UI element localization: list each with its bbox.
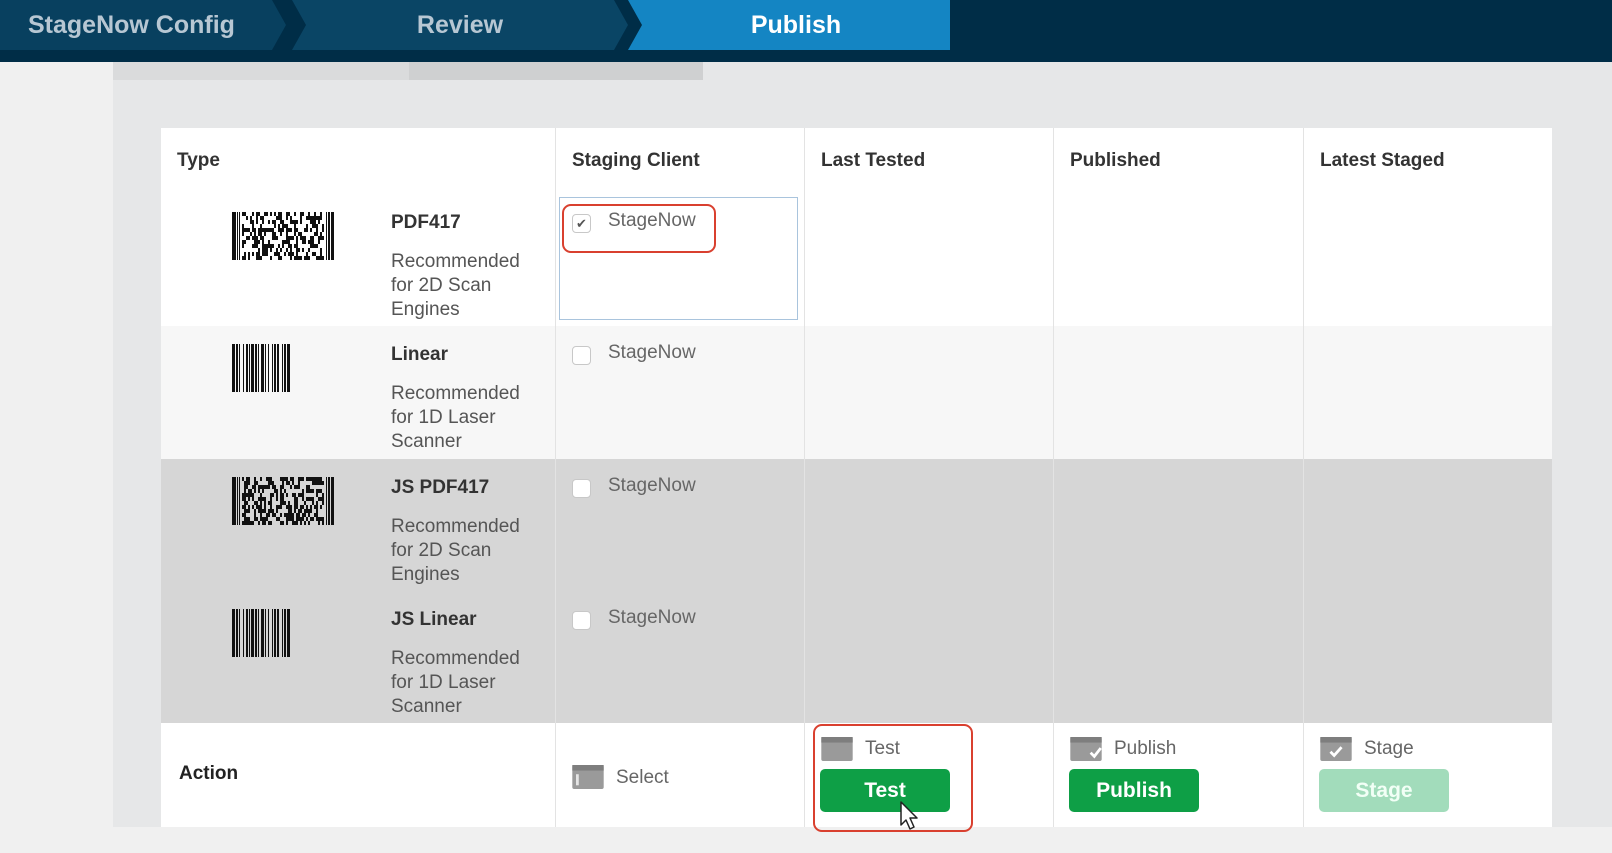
published-cell (1054, 591, 1304, 723)
pdf417-barcode-icon (232, 212, 334, 260)
checkbox-label: StageNow (608, 342, 696, 363)
latest-staged-cell (1304, 326, 1552, 459)
panel-tab-strip (113, 62, 409, 80)
linear-barcode-icon (232, 609, 290, 657)
action-label: Action (179, 763, 239, 784)
latest-staged-cell (1304, 591, 1552, 723)
table-row: JS PDF417 Recommended for 2D Scan Engine… (161, 459, 1552, 592)
linear-barcode-icon (232, 344, 290, 392)
wizard-step-stagenow-config[interactable]: StageNow Config (0, 0, 286, 50)
last-tested-cell (805, 591, 1054, 723)
stage-window-icon (1320, 737, 1352, 761)
type-description: Recommended for 2D Scan Engines (391, 251, 520, 320)
header-last-tested: Last Tested (805, 128, 1054, 194)
checkbox-label: StageNow (608, 607, 696, 628)
header-staging-client: Staging Client (556, 128, 805, 194)
select-window-icon (572, 765, 604, 789)
wizard-step-review[interactable]: Review (292, 0, 628, 50)
stage-button[interactable]: Stage (1319, 769, 1449, 812)
type-name: Linear (391, 344, 449, 365)
last-tested-cell (805, 194, 1054, 326)
pdf417-barcode-icon (232, 477, 334, 525)
stagenow-checkbox[interactable] (572, 479, 591, 498)
header-type: Type (161, 128, 556, 194)
highlight-callout (562, 204, 716, 253)
stagenow-checkbox[interactable] (572, 611, 591, 630)
panel-tab-strip-active (409, 62, 703, 80)
table-row: Linear Recommended for 1D Laser Scanner … (161, 326, 1552, 460)
type-name: JS Linear (391, 609, 477, 630)
type-name: PDF417 (391, 212, 461, 233)
action-row: Action Select Test Test Publish Publish … (161, 723, 1552, 832)
wizard-step-publish-label: Publish (750, 11, 842, 39)
wizard-step-publish[interactable]: Publish (628, 0, 950, 50)
type-description: Recommended for 1D Laser Scanner (391, 383, 520, 452)
publish-label: Publish (1114, 738, 1177, 759)
highlight-callout (813, 724, 973, 832)
latest-staged-cell (1304, 194, 1552, 326)
type-description: Recommended for 1D Laser Scanner (391, 648, 520, 717)
last-tested-cell (805, 459, 1054, 591)
publish-table: Type Staging Client Last Tested Publishe… (161, 128, 1552, 832)
latest-staged-cell (1304, 459, 1552, 591)
table-header-row: Type Staging Client Last Tested Publishe… (161, 128, 1552, 195)
select-label[interactable]: Select (616, 767, 669, 789)
table-row: JS Linear Recommended for 1D Laser Scann… (161, 591, 1552, 724)
stage-label: Stage (1364, 738, 1414, 759)
published-cell (1054, 459, 1304, 591)
publish-button[interactable]: Publish (1069, 769, 1199, 812)
publish-window-icon (1070, 737, 1102, 761)
wizard-bar: StageNow Config Review Publish (0, 0, 1612, 62)
header-latest-staged: Latest Staged (1320, 150, 1445, 171)
stagenow-checkbox[interactable] (572, 346, 591, 365)
table-row: PDF417 Recommended for 2D Scan Engines ✔… (161, 194, 1552, 327)
published-cell (1054, 194, 1304, 326)
header-published: Published (1054, 128, 1304, 194)
bottom-strip (0, 827, 1612, 853)
published-cell (1054, 326, 1304, 459)
type-description: Recommended for 2D Scan Engines (391, 516, 520, 585)
last-tested-cell (805, 326, 1054, 459)
type-name: JS PDF417 (391, 477, 490, 498)
checkbox-label: StageNow (608, 475, 696, 496)
